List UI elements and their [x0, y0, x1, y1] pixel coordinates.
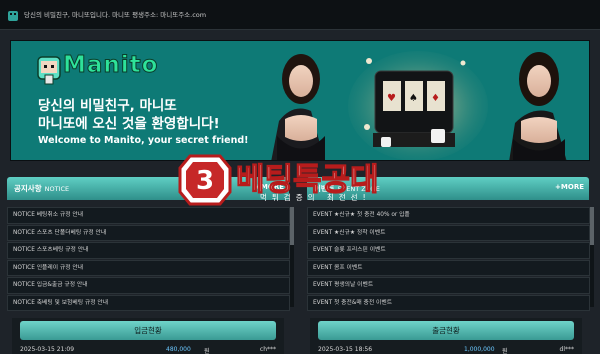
deposit-date: 2025-03-15 21:09: [20, 346, 75, 353]
notice-scrollbar[interactable]: [290, 207, 294, 307]
event-item[interactable]: EVENT 콤프 이벤트: [307, 259, 590, 276]
deposit-status-title: 입금현황: [20, 321, 276, 340]
casino-machine-art: ♥ ♠ ♦: [348, 51, 488, 160]
withdraw-user: dl***: [559, 346, 574, 353]
event-item[interactable]: EVENT 첫 충전&매 충전 이벤트: [307, 294, 590, 311]
deposit-user: ch***: [259, 346, 276, 353]
deposit-unit: 원: [204, 348, 210, 354]
withdraw-date: 2025-03-15 18:56: [318, 346, 373, 353]
mini-logo-icon: [8, 11, 18, 21]
event-more-link[interactable]: +MORE: [555, 183, 584, 191]
withdraw-status-panel: 출금현황 2025-03-15 18:56 1,000,000 원 dl***: [310, 318, 582, 354]
event-item[interactable]: EVENT ★신규★ 첫 충전 40% or 입플: [307, 207, 590, 224]
deposit-status-panel: 입금현황 2025-03-15 21:09 480,000 원 ch***: [12, 318, 284, 354]
svg-text:♥: ♥: [387, 93, 396, 104]
banner-headline-1: 당신의 비밀친구, 마니또: [38, 98, 177, 114]
hero-banner[interactable]: Manito 당신의 비밀친구, 마니또 마니또에 오신 것을 환영합니다! W…: [10, 40, 590, 161]
withdraw-status-title: 출금현황: [318, 321, 574, 340]
deposit-row: 2025-03-15 21:09 480,000 원 ch***: [20, 346, 276, 354]
mascot-icon: [37, 56, 61, 85]
svg-text:♠: ♠: [409, 93, 418, 104]
notice-scroll-thumb[interactable]: [290, 207, 294, 245]
notice-item[interactable]: NOTICE 베팅취소 규정 안내: [7, 207, 290, 224]
event-scroll-thumb[interactable]: [590, 207, 594, 245]
event-item[interactable]: EVENT ★신규★ 정착 이벤트: [307, 224, 590, 241]
event-item[interactable]: EVENT 평생의날 이벤트: [307, 277, 590, 294]
notice-item[interactable]: NOTICE 축베팅 및 보험베팅 규정 안내: [7, 294, 290, 311]
banner-headline-2: 마니또에 오신 것을 환영합니다!: [38, 116, 220, 132]
brand-logo: Manito: [62, 52, 159, 79]
site-emblem[interactable]: 3 베팅특공대 먹튀검증의 최전선!: [178, 152, 428, 208]
svg-text:3: 3: [196, 166, 214, 196]
event-list: EVENT ★신규★ 첫 충전 40% or 입플 EVENT ★신규★ 정착 …: [307, 207, 590, 312]
emblem-badge-icon: 3: [178, 154, 232, 206]
notice-title: 공지사항 NOTICE: [14, 184, 70, 193]
withdraw-row: 2025-03-15 18:56 1,000,000 원 dl***: [318, 346, 574, 354]
site-tagline: 당신의 비밀친구, 마니또입니다. 마니또 평생주소: 마니또주소.com: [24, 11, 207, 19]
notice-item[interactable]: NOTICE 스포츠 단폴더베팅 규정 안내: [7, 224, 290, 241]
emblem-subtitle: 먹튀검증의 최전선!: [260, 193, 371, 202]
banner-artwork: ♥ ♠ ♦: [271, 51, 567, 160]
notice-item[interactable]: NOTICE 인플레이 규정 안내: [7, 259, 290, 276]
notice-list: NOTICE 베팅취소 규정 안내 NOTICE 스포츠 단폴더베팅 규정 안내…: [7, 207, 290, 312]
svg-text:♦: ♦: [431, 93, 440, 104]
deposit-amount: 480,000: [166, 346, 191, 353]
model-right-figure: [509, 52, 567, 160]
banner-welcome: Welcome to Manito, your secret friend!: [38, 135, 249, 146]
notice-item[interactable]: NOTICE 입금&출금 규정 안내: [7, 277, 290, 294]
withdraw-unit: 원: [502, 348, 508, 354]
top-bar: 당신의 비밀친구, 마니또입니다. 마니또 평생주소: 마니또주소.com: [0, 0, 600, 30]
notice-item[interactable]: NOTICE 스포츠베팅 규정 안내: [7, 242, 290, 259]
model-left-figure: [271, 54, 325, 160]
event-item[interactable]: EVENT 슬롯 프리스핀 이벤트: [307, 242, 590, 259]
event-scrollbar[interactable]: [590, 207, 594, 307]
withdraw-amount: 1,000,000: [464, 346, 495, 353]
